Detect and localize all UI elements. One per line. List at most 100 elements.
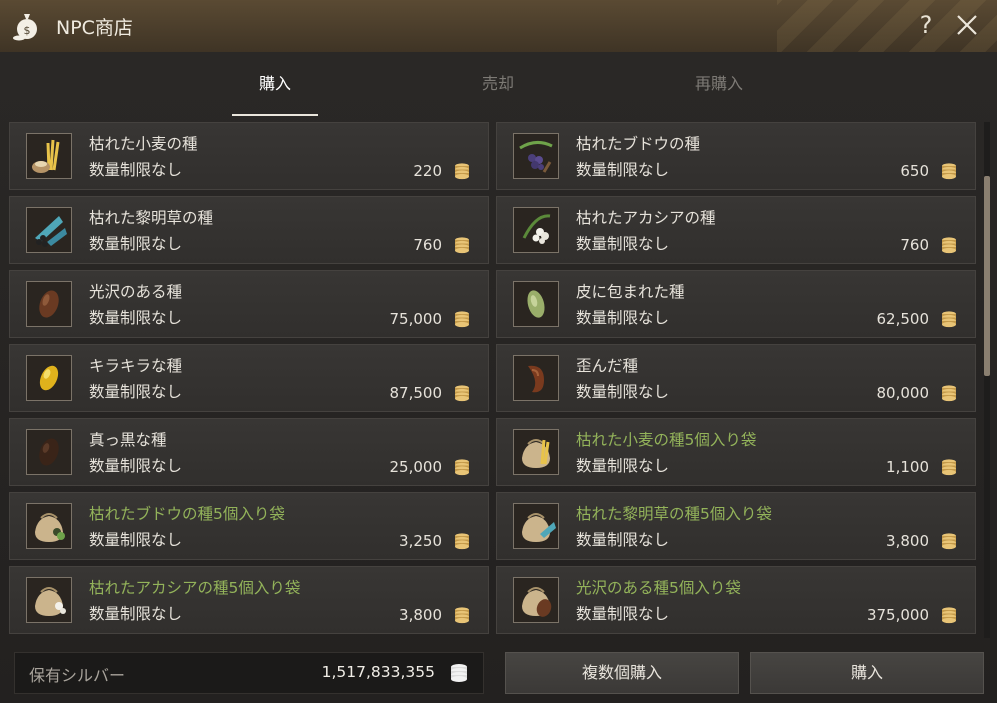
shop-item[interactable]: 枯れたブドウの種5個入り袋 数量制限なし 3,250 (9, 492, 489, 560)
shop-item[interactable]: 枯れたアカシアの種5個入り袋 数量制限なし 3,800 (9, 566, 489, 634)
title-bar[interactable]: $ NPC商店 ? (0, 0, 997, 53)
window-title: NPC商店 (56, 17, 133, 39)
shop-item[interactable]: 枯れた小麦の種5個入り袋 数量制限なし 1,100 (496, 418, 976, 486)
item-thumbnail (26, 207, 72, 253)
silver-coin-icon (941, 606, 957, 624)
item-limit: 数量制限なし (576, 383, 670, 401)
shop-item[interactable]: 枯れたブドウの種 数量制限なし 650 (496, 122, 976, 190)
item-name: 枯れた小麦の種 (89, 135, 198, 153)
item-limit: 数量制限なし (89, 309, 183, 327)
glossy-seed-icon (27, 282, 71, 326)
active-tab-indicator (232, 114, 318, 116)
tab-sell[interactable]: 売却 (455, 70, 541, 100)
shop-item[interactable]: 枯れた小麦の種 数量制限なし 220 (9, 122, 489, 190)
item-price: 3,250 (399, 532, 442, 550)
shop-item[interactable]: 枯れた黎明草の種5個入り袋 数量制限なし 3,800 (496, 492, 976, 560)
item-thumbnail (513, 577, 559, 623)
buy-button[interactable]: 購入 (750, 652, 984, 694)
item-thumbnail (26, 577, 72, 623)
item-name: 光沢のある種5個入り袋 (576, 579, 741, 597)
item-name: 枯れたアカシアの種 (576, 209, 716, 227)
silver-coin-icon (454, 384, 470, 402)
item-thumbnail (26, 429, 72, 475)
silver-coin-icon (454, 162, 470, 180)
item-name: 枯れたアカシアの種5個入り袋 (89, 579, 301, 597)
husked-seed-icon (514, 282, 558, 326)
item-thumbnail (513, 429, 559, 475)
wheat-seed-bag-icon (514, 430, 558, 474)
svg-text:$: $ (24, 24, 31, 37)
shop-item[interactable]: 光沢のある種 数量制限なし 75,000 (9, 270, 489, 338)
silver-coin-icon (941, 236, 957, 254)
item-thumbnail (26, 133, 72, 179)
item-limit: 数量制限なし (576, 235, 670, 253)
item-name: 光沢のある種 (89, 283, 183, 301)
shop-item[interactable]: 枯れたアカシアの種 数量制限なし 760 (496, 196, 976, 264)
item-limit: 数量制限なし (89, 531, 183, 549)
silver-coin-icon (941, 458, 957, 476)
silver-coin-icon (454, 532, 470, 550)
item-thumbnail (513, 207, 559, 253)
item-name: 枯れたブドウの種 (576, 135, 701, 153)
item-name: キラキラな種 (89, 357, 183, 375)
silver-coin-icon (454, 458, 470, 476)
silver-coin-icon (941, 532, 957, 550)
shop-item[interactable]: 皮に包まれた種 数量制限なし 62,500 (496, 270, 976, 338)
item-grid: 枯れた小麦の種 数量制限なし 220 枯れたブドウの種 数量制限なし 650 枯れた黎明草の… (0, 122, 985, 638)
sparkly-seed-icon (27, 356, 71, 400)
item-limit: 数量制限なし (576, 531, 670, 549)
silver-coin-icon (941, 310, 957, 328)
item-name: 真っ黒な種 (89, 431, 167, 449)
silver-coin-icon (454, 236, 470, 254)
grape-seed-bag-icon (27, 504, 71, 548)
item-price: 760 (413, 236, 442, 254)
item-limit: 数量制限なし (576, 457, 670, 475)
silver-coin-icon (454, 606, 470, 624)
item-name: 枯れたブドウの種5個入り袋 (89, 505, 285, 523)
warped-seed-icon (514, 356, 558, 400)
shop-item[interactable]: 光沢のある種5個入り袋 数量制限なし 375,000 (496, 566, 976, 634)
item-name: 枯れた小麦の種5個入り袋 (576, 431, 757, 449)
item-price: 3,800 (399, 606, 442, 624)
item-price: 80,000 (876, 384, 930, 402)
grape-seed-icon (514, 134, 558, 178)
item-limit: 数量制限なし (576, 161, 670, 179)
item-limit: 数量制限なし (576, 605, 670, 623)
shop-panel: 購入 売却 再購入 枯れた小麦の種 数量制限なし 220 枯れたブドウの種 数量制限なし… (0, 52, 997, 703)
silver-amount: 1,517,833,355 (321, 663, 435, 681)
item-price: 3,800 (886, 532, 929, 550)
shop-item[interactable]: 枯れた黎明草の種 数量制限なし 760 (9, 196, 489, 264)
item-limit: 数量制限なし (89, 605, 183, 623)
multi-buy-button[interactable]: 複数個購入 (505, 652, 739, 694)
coin-stack-icon (451, 664, 467, 682)
item-price: 220 (413, 162, 442, 180)
wheat-seed-icon (27, 134, 71, 178)
item-name: 枯れた黎明草の種 (89, 209, 214, 227)
item-price: 62,500 (876, 310, 930, 328)
dawn-grass-seed-bag-icon (514, 504, 558, 548)
item-limit: 数量制限なし (576, 309, 670, 327)
item-thumbnail (26, 281, 72, 327)
item-limit: 数量制限なし (89, 383, 183, 401)
dawn-grass-seed-icon (27, 208, 71, 252)
glossy-seed-bag-icon (514, 578, 558, 622)
help-button[interactable]: ? (912, 10, 940, 40)
close-icon[interactable] (953, 10, 981, 40)
silver-coin-icon (454, 310, 470, 328)
item-thumbnail (513, 355, 559, 401)
item-price: 375,000 (866, 606, 929, 624)
item-limit: 数量制限なし (89, 161, 183, 179)
shop-item[interactable]: キラキラな種 数量制限なし 87,500 (9, 344, 489, 412)
money-bag-icon: $ (13, 14, 37, 41)
item-thumbnail (513, 503, 559, 549)
acacia-seed-bag-icon (27, 578, 71, 622)
shop-item[interactable]: 歪んだ種 数量制限なし 80,000 (496, 344, 976, 412)
silver-coin-icon (941, 384, 957, 402)
item-name: 皮に包まれた種 (576, 283, 685, 301)
tab-rebuy[interactable]: 再購入 (676, 70, 762, 100)
shop-item[interactable]: 真っ黒な種 数量制限なし 25,000 (9, 418, 489, 486)
tab-buy[interactable]: 購入 (232, 70, 318, 100)
black-seed-icon (27, 430, 71, 474)
scrollbar-thumb[interactable] (984, 176, 990, 376)
item-price: 75,000 (389, 310, 443, 328)
